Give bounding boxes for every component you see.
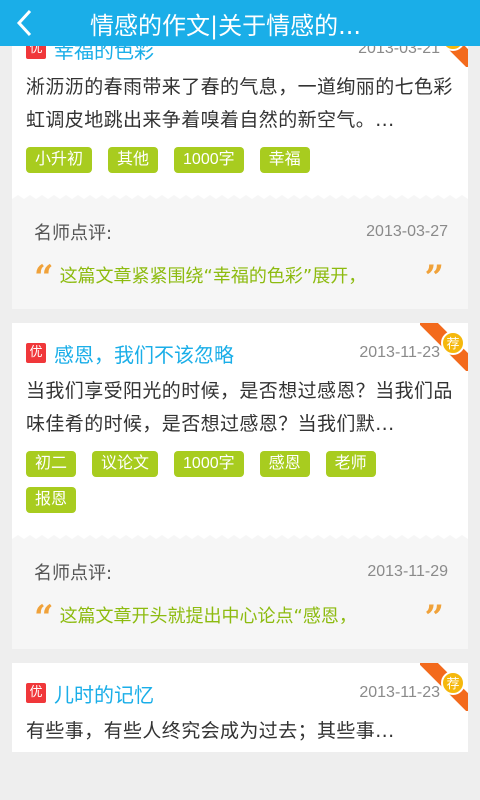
teacher-review: 名师点评: 2013-11-29 “ 这篇文章开头就提出中心论点“感恩， ” xyxy=(12,543,468,649)
recommend-ribbon: 荐 xyxy=(420,663,468,711)
article-title[interactable]: 感恩，我们不该忽略 xyxy=(54,339,359,368)
tag[interactable]: 感恩 xyxy=(259,451,310,477)
excellent-badge: 优 xyxy=(26,343,46,363)
page-title: 情感的作文|关于情感的... xyxy=(90,11,361,40)
tag-list: 小升初 其他 1000字 幸福 xyxy=(26,147,454,191)
article-excerpt: 当我们享受阳光的时候，是否想过感恩？当我们品味佳肴的时候，是否想过感恩？当我们默… xyxy=(26,380,453,435)
review-text: 这篇文章开头就提出中心论点“感恩， xyxy=(59,606,357,627)
review-text: 这篇文章紧紧围绕“幸福的色彩”展开， xyxy=(59,266,367,287)
article-feed[interactable]: 优 幸福的色彩 2013-03-21 淅沥沥的春雨带来了春的气息，一道绚丽的七色… xyxy=(0,46,480,800)
tag[interactable]: 幸福 xyxy=(259,147,310,173)
open-quote-icon: “ xyxy=(34,603,54,627)
article-card[interactable]: 优 幸福的色彩 2013-03-21 淅沥沥的春雨带来了春的气息，一道绚丽的七色… xyxy=(12,46,468,309)
tag[interactable]: 老师 xyxy=(325,451,376,477)
tag[interactable]: 初二 xyxy=(26,451,77,477)
close-quote-icon: ” xyxy=(424,263,444,287)
back-button[interactable] xyxy=(0,0,50,46)
article-title[interactable]: 儿时的记忆 xyxy=(54,679,359,708)
tag[interactable]: 报恩 xyxy=(26,487,77,513)
zigzag-divider xyxy=(12,535,468,543)
recommend-ribbon xyxy=(420,46,468,67)
recommend-ribbon: 荐 xyxy=(420,323,468,371)
tag[interactable]: 议论文 xyxy=(92,451,159,477)
article-card[interactable]: 荐 优 感恩，我们不该忽略 2013-11-23 当我们享受阳光的时候，是否想过… xyxy=(12,323,468,649)
article-excerpt: 有些事，有些人终究会成为过去；其些事... xyxy=(26,720,395,742)
tag[interactable]: 其他 xyxy=(108,147,159,173)
review-date: 2013-03-27 xyxy=(366,223,448,240)
article-card[interactable]: 荐 优 儿时的记忆 2013-11-23 有些事，有些人终究会成为过去；其些事.… xyxy=(12,663,468,752)
tag[interactable]: 1000字 xyxy=(174,147,244,173)
recommend-badge: 荐 xyxy=(441,671,465,695)
tag[interactable]: 小升初 xyxy=(26,147,93,173)
review-label: 名师点评: xyxy=(34,223,113,244)
review-label: 名师点评: xyxy=(34,563,113,584)
recommend-badge: 荐 xyxy=(441,331,465,355)
review-date: 2013-11-29 xyxy=(367,563,448,580)
excellent-badge: 优 xyxy=(26,683,46,703)
excellent-badge: 优 xyxy=(26,46,46,59)
tag[interactable]: 1000字 xyxy=(174,451,244,477)
close-quote-icon: ” xyxy=(424,603,444,627)
app-header: 情感的作文|关于情感的... xyxy=(0,0,480,46)
article-title[interactable]: 幸福的色彩 xyxy=(54,46,358,64)
teacher-review: 名师点评: 2013-03-27 “ 这篇文章紧紧围绕“幸福的色彩”展开， ” xyxy=(12,203,468,309)
article-excerpt: 淅沥沥的春雨带来了春的气息，一道绚丽的七色彩虹调皮地跳出来争着嗅着自然的新空气。… xyxy=(26,76,453,131)
open-quote-icon: “ xyxy=(34,263,54,287)
chevron-left-icon xyxy=(16,9,32,37)
zigzag-divider xyxy=(12,195,468,203)
tag-list: 初二 议论文 1000字 感恩 老师 报恩 xyxy=(26,451,454,531)
